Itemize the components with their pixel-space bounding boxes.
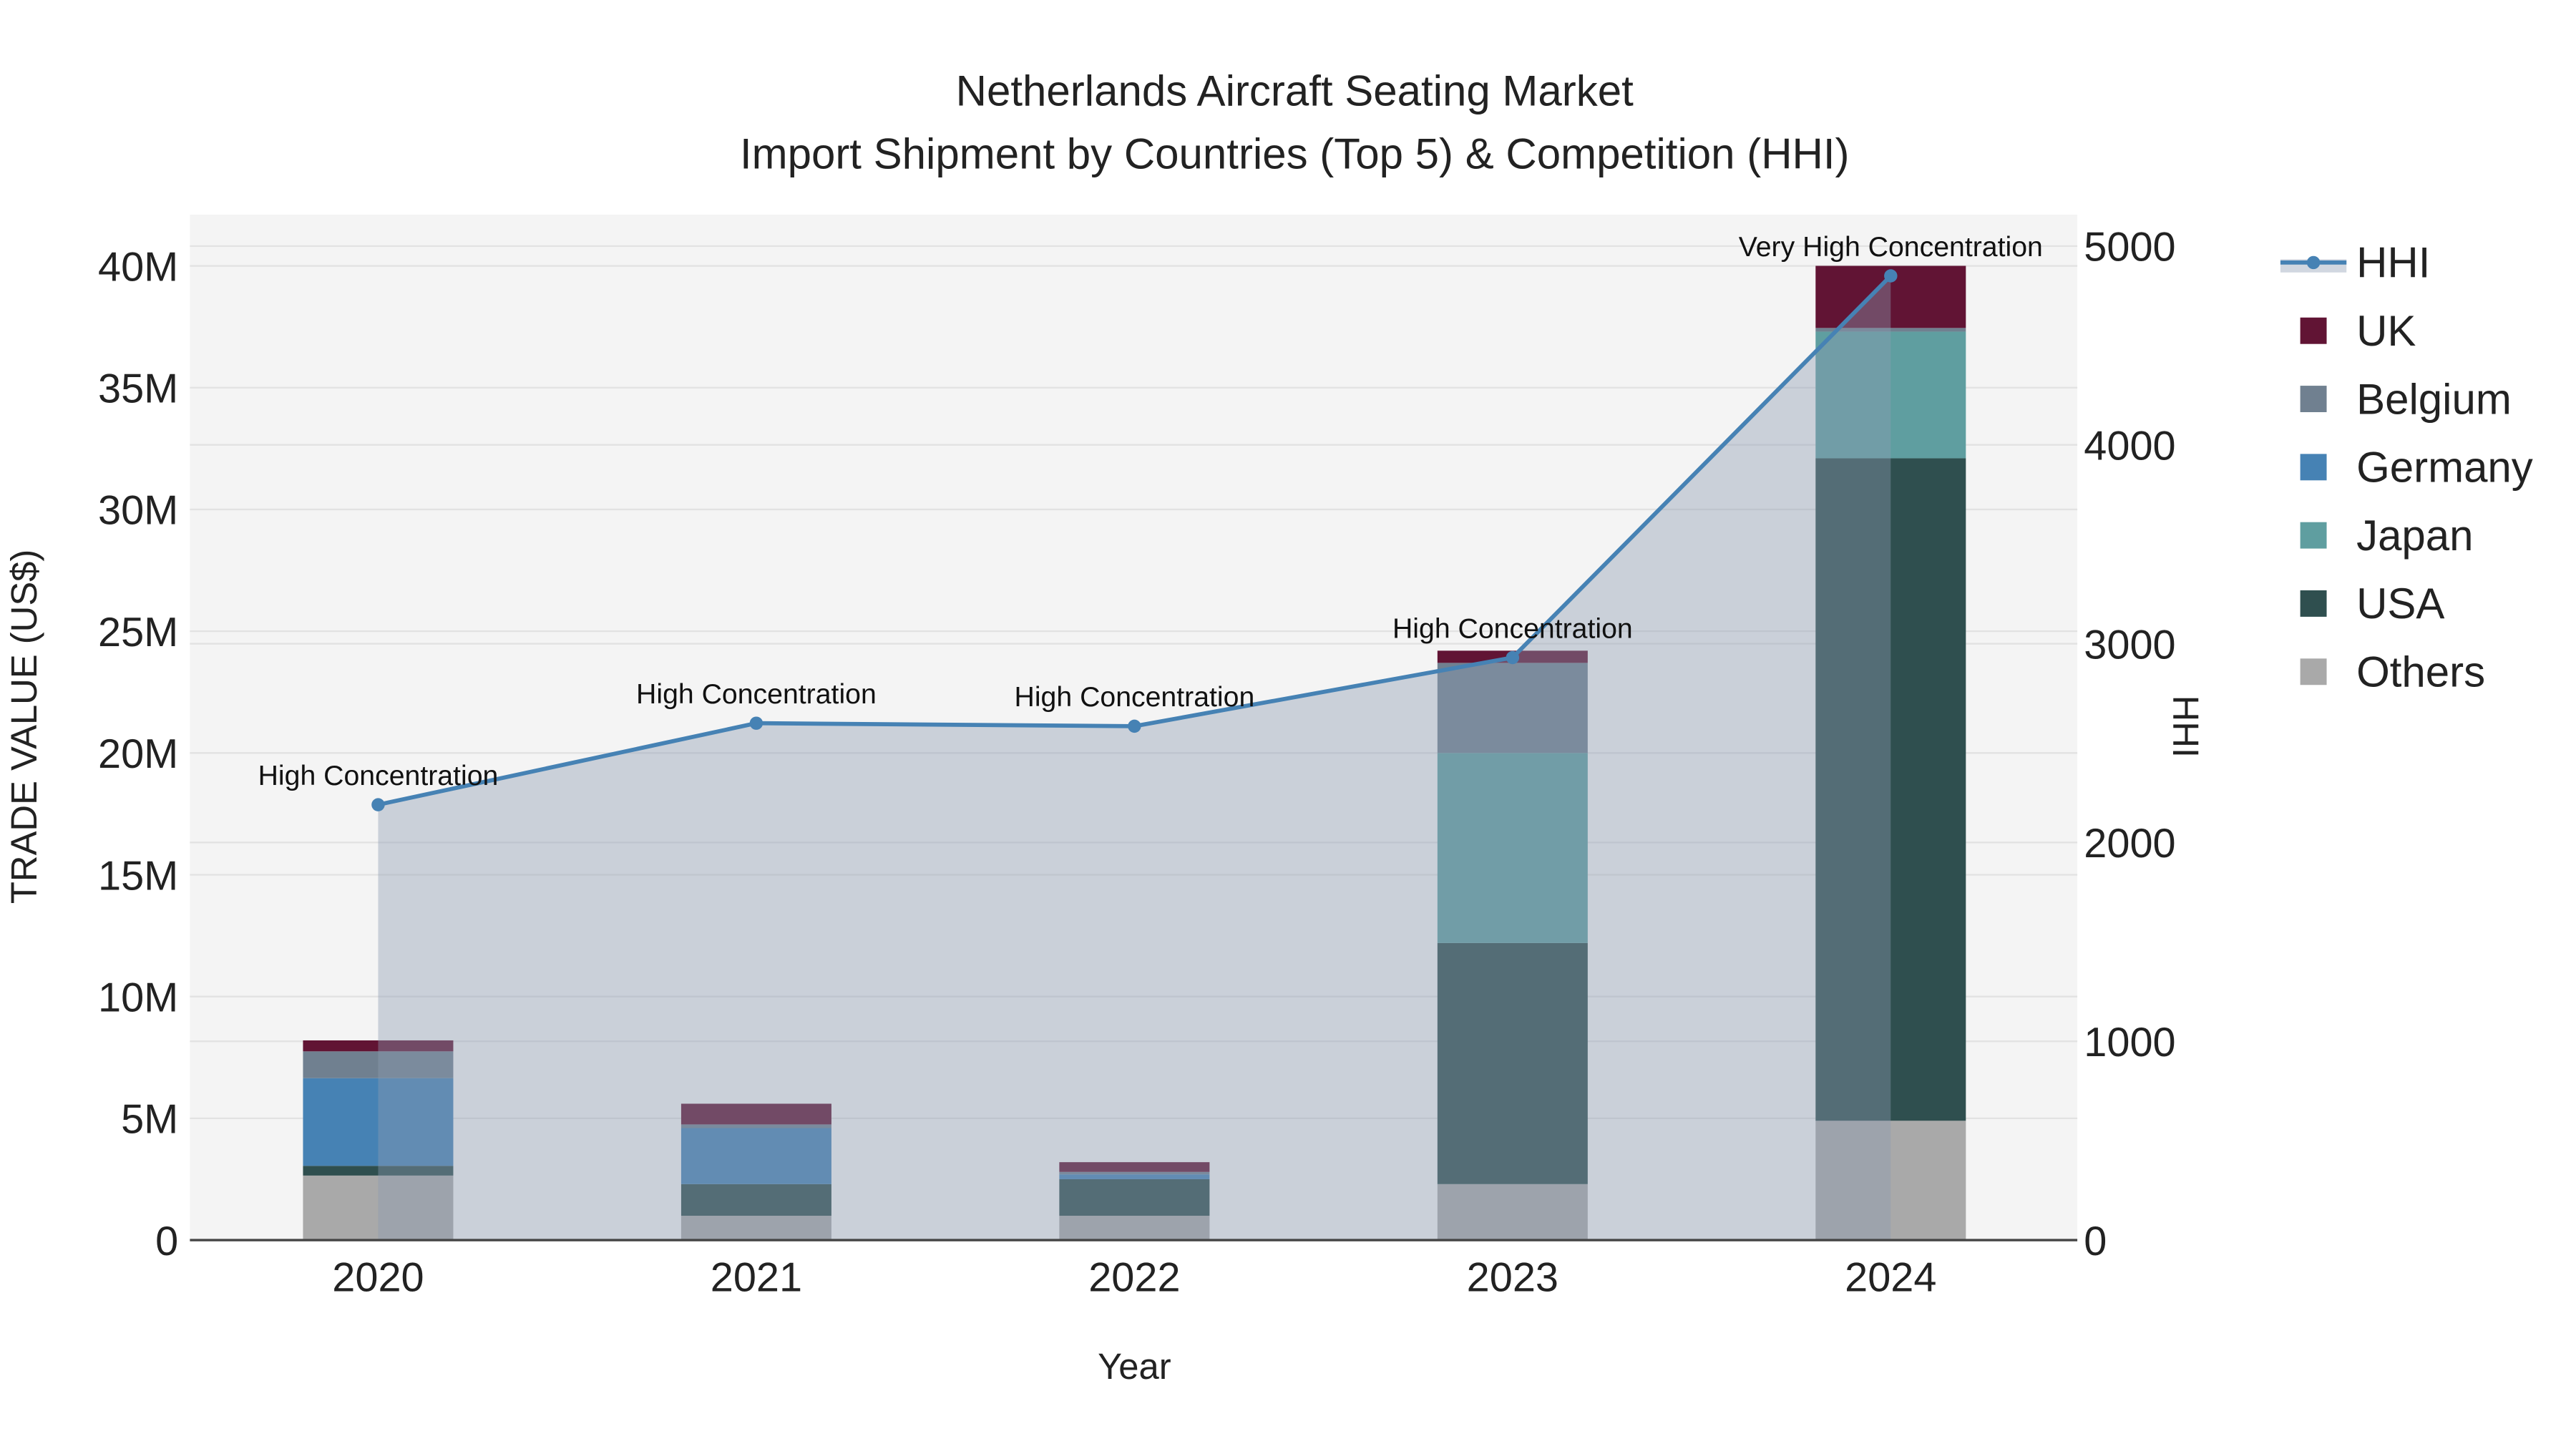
legend-swatch xyxy=(2300,454,2327,481)
hhi-annotation: High Concentration xyxy=(1015,681,1255,713)
legend-item-germany[interactable]: Germany xyxy=(2300,444,2533,492)
legend-item-uk[interactable]: UK xyxy=(2300,307,2416,355)
y2-tick-label: 3000 xyxy=(2084,622,2175,668)
hhi-annotation: High Concentration xyxy=(636,678,877,710)
y-axis-label: TRADE VALUE (US$) xyxy=(4,550,44,904)
legend-swatch xyxy=(2300,522,2327,549)
x-tick-label: 2022 xyxy=(1088,1255,1180,1301)
hhi-annotation: High Concentration xyxy=(1392,613,1633,644)
y2-tick-label: 2000 xyxy=(2084,821,2175,867)
y-tick-label: 0 xyxy=(155,1219,178,1264)
y-tick-label: 30M xyxy=(98,488,178,534)
legend-item-usa[interactable]: USA xyxy=(2300,580,2445,628)
y-tick-label: 5M xyxy=(121,1097,178,1143)
legend-swatch xyxy=(2300,386,2327,412)
legend-label: Belgium xyxy=(2356,375,2512,423)
y-tick-label: 25M xyxy=(98,610,178,655)
legend-label: HHI xyxy=(2356,239,2430,287)
legend-label: UK xyxy=(2356,307,2416,355)
x-tick-label: 2021 xyxy=(711,1255,802,1301)
y2-tick-label: 5000 xyxy=(2084,225,2175,270)
legend-item-others[interactable]: Others xyxy=(2300,648,2486,696)
chart-title: Netherlands Aircraft Seating Market xyxy=(956,67,1634,115)
hhi-annotation: Very High Concentration xyxy=(1739,231,2043,263)
chart-subtitle: Import Shipment by Countries (Top 5) & C… xyxy=(740,130,1850,177)
hhi-point-2022 xyxy=(1128,719,1141,733)
y2-tick-label: 4000 xyxy=(2084,423,2175,469)
y-tick-label: 10M xyxy=(98,975,178,1020)
y2-axis-label: HHI xyxy=(2165,696,2206,758)
y2-tick-label: 0 xyxy=(2084,1219,2107,1264)
hhi-point-2020 xyxy=(371,798,385,811)
y-tick-label: 15M xyxy=(98,853,178,899)
x-tick-label: 2020 xyxy=(332,1255,424,1301)
legend-label: Japan xyxy=(2356,512,2473,560)
hhi-point-2024 xyxy=(1884,269,1898,283)
y-tick-label: 20M xyxy=(98,731,178,777)
x-tick-label: 2023 xyxy=(1467,1255,1558,1301)
x-axis-label: Year xyxy=(1098,1346,1171,1387)
y-tick-label: 35M xyxy=(98,366,178,412)
x-axis-ticks: 2020 2021 2022 2023 2024 xyxy=(332,1255,1936,1301)
legend-item-belgium[interactable]: Belgium xyxy=(2300,375,2512,423)
legend: HHI UK Belgium Germany Japan USA Others xyxy=(2280,239,2533,696)
legend-item-japan[interactable]: Japan xyxy=(2300,512,2474,560)
y-tick-label: 40M xyxy=(98,244,178,290)
chart: Netherlands Aircraft Seating Market Impo… xyxy=(4,67,2533,1387)
legend-label: USA xyxy=(2356,580,2444,628)
legend-swatch-marker xyxy=(2306,255,2321,270)
x-tick-label: 2024 xyxy=(1845,1255,1936,1301)
legend-item-hhi[interactable]: HHI xyxy=(2280,239,2430,287)
y2-tick-label: 1000 xyxy=(2084,1020,2175,1065)
legend-swatch xyxy=(2300,590,2327,617)
y-axis-ticks: 0 5M 10M 15M 20M 25M 30M 35M 40M xyxy=(98,244,178,1264)
y2-axis-ticks: 0 1000 2000 3000 4000 5000 xyxy=(2084,225,2175,1264)
hhi-point-2021 xyxy=(749,716,763,730)
hhi-point-2023 xyxy=(1506,650,1520,665)
legend-label: Others xyxy=(2356,648,2485,696)
legend-label: Germany xyxy=(2356,444,2533,492)
legend-swatch xyxy=(2300,317,2327,344)
hhi-annotation: High Concentration xyxy=(258,760,499,791)
legend-swatch xyxy=(2300,658,2327,686)
